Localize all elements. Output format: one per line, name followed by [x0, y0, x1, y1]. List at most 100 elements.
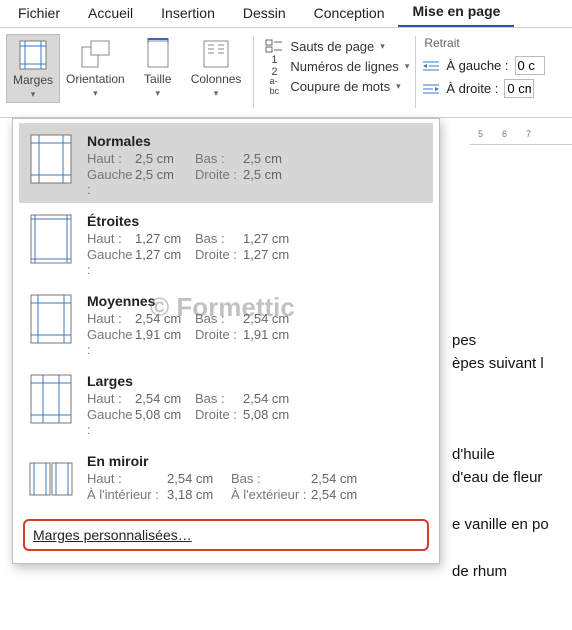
- tab-conception[interactable]: Conception: [300, 0, 399, 27]
- lbl: Droite :: [195, 167, 243, 197]
- indent-left-input[interactable]: [515, 56, 545, 75]
- tab-dessin[interactable]: Dessin: [229, 0, 300, 27]
- ruler-tick: 7: [526, 129, 532, 139]
- val: 2,5 cm: [135, 151, 195, 166]
- orientation-icon: [79, 38, 111, 70]
- margin-title: Étroites: [87, 213, 423, 229]
- lbl: Droite :: [195, 327, 243, 357]
- val: 1,91 cm: [243, 327, 303, 357]
- sauts-de-page-button[interactable]: Sauts de page ▾: [264, 38, 409, 54]
- taille-button[interactable]: Taille ▾: [131, 34, 185, 103]
- indent-left-label: À gauche :: [446, 58, 508, 73]
- orientation-button[interactable]: Orientation ▾: [60, 34, 131, 103]
- margin-info: Larges Haut :2,54 cm Bas :2,54 cm Gauche…: [87, 373, 423, 437]
- margin-thumb-icon: [29, 213, 73, 265]
- chevron-down-icon: ▾: [396, 81, 401, 92]
- doc-line: èpes suivant l: [452, 353, 572, 374]
- taille-label: Taille: [144, 72, 171, 86]
- margin-option-moyennes[interactable]: Moyennes Haut :2,54 cm Bas :2,54 cm Gauc…: [19, 283, 433, 363]
- lbl: Haut :: [87, 151, 135, 166]
- page-break-icon: [264, 38, 284, 54]
- tab-insertion[interactable]: Insertion: [147, 0, 229, 27]
- chevron-down-icon: ▾: [93, 88, 98, 99]
- coupure-mots-button[interactable]: a-bc Coupure de mots ▾: [264, 78, 409, 94]
- val: 2,54 cm: [243, 391, 303, 406]
- tab-accueil[interactable]: Accueil: [74, 0, 147, 27]
- sauts-label: Sauts de page: [290, 39, 374, 54]
- chevron-down-icon: ▾: [214, 88, 219, 99]
- doc-line: d'huile: [452, 444, 572, 465]
- margin-thumb-icon: [29, 293, 73, 345]
- margin-title: Moyennes: [87, 293, 423, 309]
- val: 2,54 cm: [311, 487, 367, 502]
- chevron-down-icon: ▾: [380, 41, 385, 52]
- margin-option-etroites[interactable]: Étroites Haut :1,27 cm Bas :1,27 cm Gauc…: [19, 203, 433, 283]
- lbl: Gauche :: [87, 247, 135, 277]
- val: 1,91 cm: [135, 327, 195, 357]
- margin-thumb-icon: [29, 133, 73, 185]
- lbl: Gauche :: [87, 407, 135, 437]
- lbl: Gauche :: [87, 327, 135, 357]
- val: 1,27 cm: [135, 247, 195, 277]
- ruler-tick: 5: [478, 129, 484, 139]
- ruler: 5 6 7: [470, 123, 572, 145]
- custom-margins-link[interactable]: Marges personnalisées…: [33, 527, 192, 543]
- margin-title: Normales: [87, 133, 423, 149]
- margin-option-larges[interactable]: Larges Haut :2,54 cm Bas :2,54 cm Gauche…: [19, 363, 433, 443]
- margin-info: Normales Haut :2,5 cm Bas :2,5 cm Gauche…: [87, 133, 423, 197]
- val: 2,54 cm: [311, 471, 367, 486]
- val: 2,5 cm: [135, 167, 195, 197]
- lbl: Gauche :: [87, 167, 135, 197]
- colonnes-button[interactable]: Colonnes ▾: [185, 34, 248, 103]
- tab-fichier[interactable]: Fichier: [4, 0, 74, 27]
- lbl: Bas :: [231, 471, 311, 486]
- doc-line: pes: [452, 330, 572, 351]
- lbl: Bas :: [195, 231, 243, 246]
- indent-right-input[interactable]: [504, 79, 534, 98]
- lbl: Droite :: [195, 407, 243, 437]
- margin-option-miroir[interactable]: En miroir Haut :2,54 cm Bas :2,54 cm À l…: [19, 443, 433, 511]
- lbl: Haut :: [87, 391, 135, 406]
- margin-info: En miroir Haut :2,54 cm Bas :2,54 cm À l…: [87, 453, 423, 502]
- indent-right-field: À droite :: [422, 79, 544, 98]
- val: 2,54 cm: [243, 311, 303, 326]
- colonnes-icon: [200, 38, 232, 70]
- colonnes-label: Colonnes: [191, 72, 242, 86]
- indent-right-icon: [422, 82, 440, 96]
- lbl: Droite :: [195, 247, 243, 277]
- separator: [253, 36, 254, 108]
- tab-mise-en-page[interactable]: Mise en page: [398, 0, 514, 27]
- lbl: Bas :: [195, 151, 243, 166]
- lbl: Haut :: [87, 311, 135, 326]
- breaks-group: Sauts de page ▾ 12 Numéros de lignes ▾ a…: [260, 34, 409, 94]
- indent-right-label: À droite :: [446, 81, 498, 96]
- numeros-label: Numéros de lignes: [290, 59, 398, 74]
- margin-thumb-icon: [29, 453, 73, 505]
- val: 5,08 cm: [135, 407, 195, 437]
- numeros-lignes-button[interactable]: 12 Numéros de lignes ▾: [264, 58, 409, 74]
- margin-title: En miroir: [87, 453, 423, 469]
- marges-button[interactable]: Marges ▾: [6, 34, 60, 103]
- val: 2,54 cm: [135, 391, 195, 406]
- val: 2,54 cm: [135, 311, 195, 326]
- lbl: Haut :: [87, 231, 135, 246]
- indent-left-icon: [422, 59, 440, 73]
- val: 2,54 cm: [167, 471, 231, 486]
- line-numbers-icon: 12: [264, 58, 284, 74]
- custom-margins-highlight: Marges personnalisées…: [23, 519, 429, 551]
- doc-line: de rhum: [452, 561, 572, 582]
- val: 2,5 cm: [243, 151, 303, 166]
- separator: [415, 36, 416, 108]
- val: 1,27 cm: [135, 231, 195, 246]
- page-setup-group: Marges ▾ Orientation ▾ Taille ▾ Colonnes…: [6, 34, 247, 103]
- lbl: À l'intérieur :: [87, 487, 167, 502]
- retrait-group: Retrait À gauche : À droite :: [422, 34, 544, 98]
- val: 3,18 cm: [167, 487, 231, 502]
- hyphenation-icon: a-bc: [264, 78, 284, 94]
- orientation-label: Orientation: [66, 72, 125, 86]
- ribbon: Marges ▾ Orientation ▾ Taille ▾ Colonnes…: [0, 28, 572, 118]
- taille-icon: [142, 38, 174, 70]
- menu-tabs: Fichier Accueil Insertion Dessin Concept…: [0, 0, 572, 28]
- chevron-down-icon: ▾: [155, 88, 160, 99]
- margin-option-normales[interactable]: Normales Haut :2,5 cm Bas :2,5 cm Gauche…: [19, 123, 433, 203]
